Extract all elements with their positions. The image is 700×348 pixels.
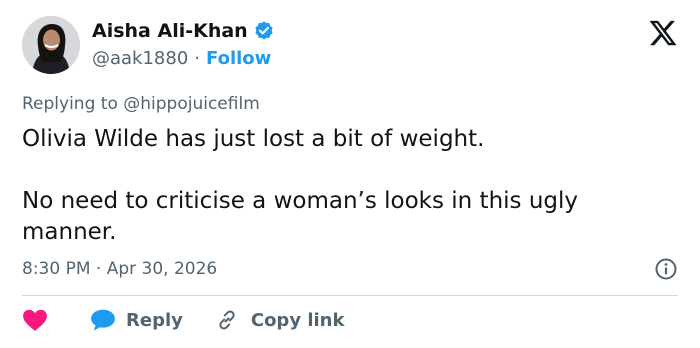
speech-bubble-icon — [91, 309, 115, 331]
info-icon[interactable] — [654, 257, 678, 281]
replying-to: Replying to @hippojuicefilm — [22, 94, 260, 114]
copy-link-label: Copy link — [250, 309, 345, 331]
tweet-line-1: Olivia Wilde has just lost a bit of weig… — [22, 126, 485, 152]
author-handle-row: @aak1880 · Follow — [92, 48, 271, 69]
avatar[interactable] — [22, 16, 80, 74]
separator-dot: · — [194, 48, 201, 69]
divider — [22, 295, 678, 296]
author-name[interactable]: Aisha Ali-Khan — [92, 20, 248, 42]
heart-icon — [23, 309, 47, 331]
replying-to-prefix: Replying to — [22, 94, 118, 114]
action-bar: Reply Copy link — [22, 308, 344, 332]
x-logo-icon[interactable] — [648, 18, 678, 48]
like-button[interactable] — [22, 308, 48, 332]
tweet-line-2: No need to criticise a woman’s looks in … — [22, 188, 579, 245]
copy-link-button[interactable]: Copy link — [215, 308, 345, 332]
avatar-image — [22, 16, 80, 74]
verified-badge-icon — [255, 21, 273, 40]
author-handle[interactable]: @aak1880 — [92, 48, 188, 69]
follow-button[interactable]: Follow — [206, 48, 271, 69]
link-icon — [219, 310, 235, 330]
tweet-text: Olivia Wilde has just lost a bit of weig… — [22, 124, 672, 248]
reply-label: Reply — [126, 309, 183, 331]
replying-to-mention[interactable]: @hippojuicefilm — [123, 94, 260, 114]
author-name-row: Aisha Ali-Khan — [92, 20, 275, 42]
reply-button[interactable]: Reply — [90, 308, 183, 332]
tweet-timestamp[interactable]: 8:30 PM · Apr 30, 2026 — [22, 259, 217, 279]
